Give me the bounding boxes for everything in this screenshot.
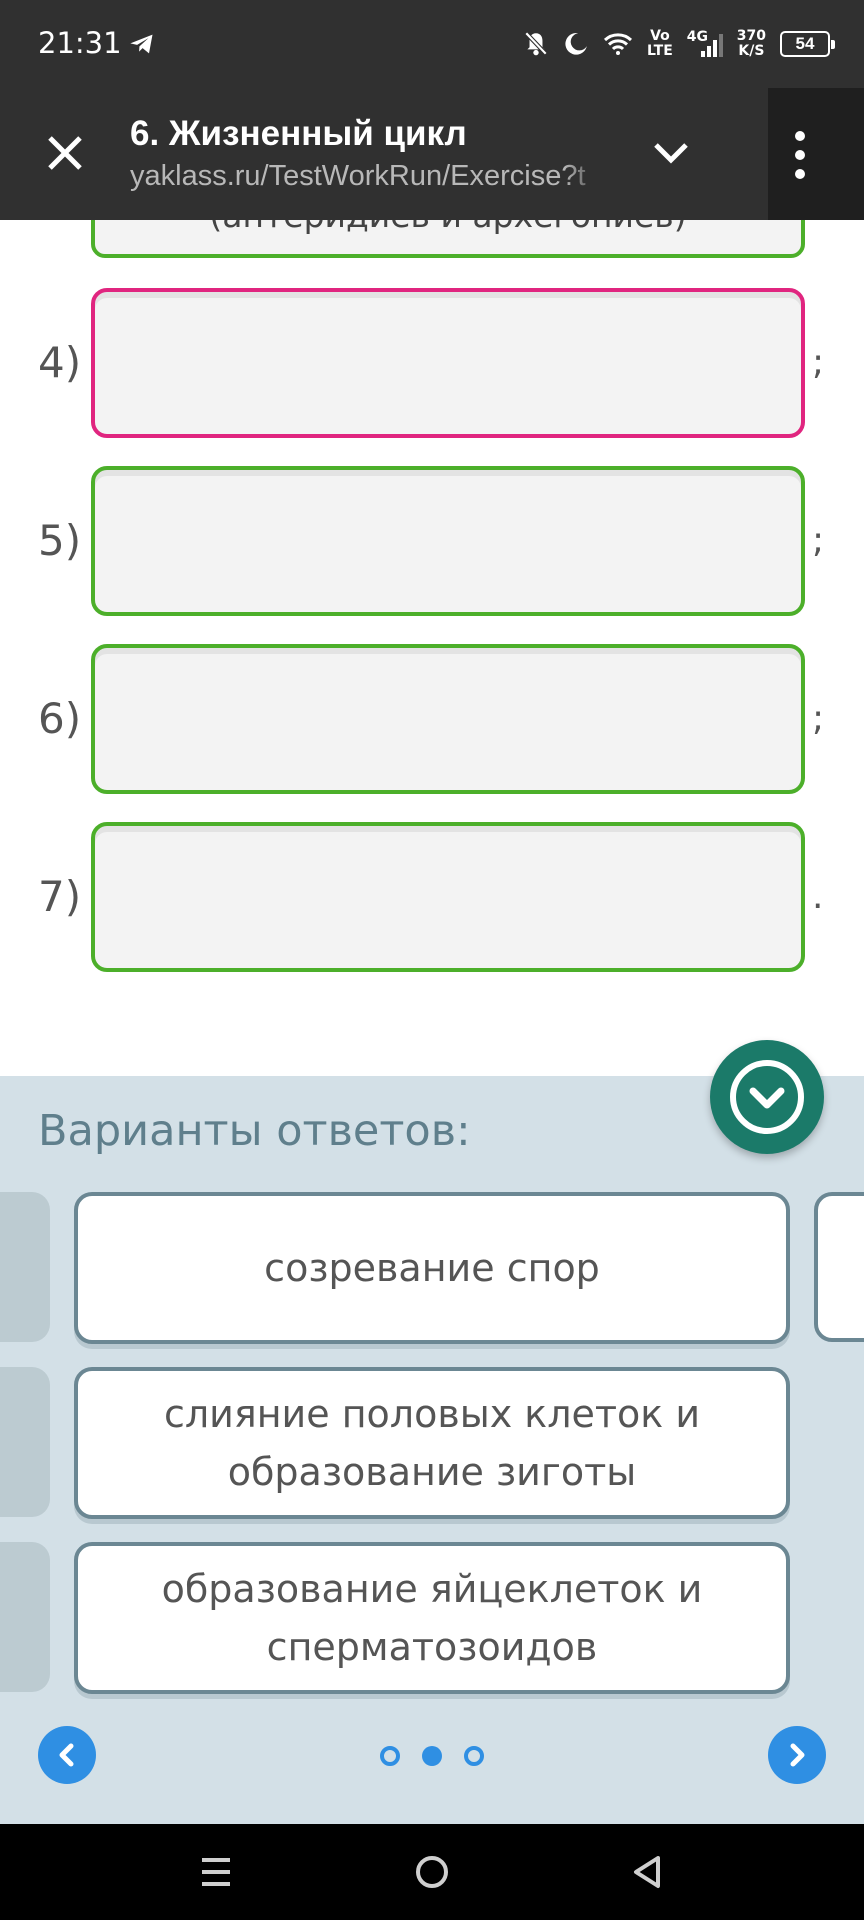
answer-card[interactable]: образование яйцеклеток и сперматозоидов — [74, 1542, 790, 1694]
chevron-left-icon — [59, 1743, 74, 1767]
slot-3-text: (антеридиев и архегониев) — [95, 220, 801, 235]
battery-icon: 54 — [780, 31, 835, 57]
home-icon[interactable] — [408, 1848, 456, 1896]
answer-card[interactable]: созревание спор — [74, 1192, 790, 1344]
more-vert-icon[interactable] — [780, 128, 820, 182]
task-content: (антеридиев и архегониев) 4) ; 5) ; 6) ;… — [0, 220, 864, 1076]
page-dot[interactable] — [380, 1746, 400, 1766]
telegram-icon — [130, 34, 153, 54]
slot-row-6: 6) ; — [0, 644, 864, 794]
status-time: 21:31 — [38, 26, 122, 60]
prev-button[interactable] — [38, 1726, 96, 1784]
slot-punct: ; — [812, 520, 825, 561]
answer-slot-3[interactable]: (антеридиев и архегониев) — [91, 220, 805, 258]
answer-card[interactable]: слияние половых клеток и образование зиг… — [74, 1367, 790, 1519]
prev-page-card — [0, 1192, 50, 1342]
variants-panel: Варианты ответов: созревание спор слияни… — [0, 1040, 864, 1824]
status-icons: Vo LTE 4G 370 K/S 54 — [523, 24, 835, 64]
answer-slot-5[interactable] — [91, 466, 805, 616]
page-url[interactable]: yaklass.ru/TestWorkRun/Exercise?t — [130, 160, 604, 193]
slot-punct: ; — [812, 698, 825, 739]
answer-slot-4[interactable] — [91, 288, 805, 438]
back-icon[interactable] — [624, 1848, 672, 1896]
prev-page-card — [0, 1542, 50, 1692]
variants-title: Варианты ответов: — [38, 1106, 471, 1156]
slot-row-7: 7) . — [0, 822, 864, 972]
system-nav-bar — [0, 1824, 864, 1920]
page-dot[interactable] — [464, 1746, 484, 1766]
wifi-icon — [603, 32, 633, 56]
slot-number: 6) — [38, 694, 82, 743]
chevron-down-circle-icon — [730, 1060, 804, 1134]
prev-page-card — [0, 1367, 50, 1517]
page-dot-active[interactable] — [422, 1746, 442, 1766]
slot-punct: ; — [812, 342, 825, 383]
page-dots — [372, 1742, 492, 1770]
check-button[interactable] — [710, 1040, 824, 1154]
answer-card-text: слияние половых клеток и образование зиг… — [163, 1392, 701, 1494]
bell-off-icon — [523, 30, 549, 58]
slot-number: 7) — [38, 872, 82, 921]
slot-row-4: 4) ; — [0, 288, 864, 438]
page-title: 6. Жизненный цикл — [130, 114, 467, 153]
chevron-right-icon — [790, 1743, 805, 1767]
volte-label: Vo LTE — [647, 28, 673, 59]
recents-menu-icon[interactable] — [192, 1848, 240, 1896]
answer-slot-7[interactable] — [91, 822, 805, 972]
slot-number: 4) — [38, 338, 82, 387]
answer-card-text: образование яйцеклеток и сперматозоидов — [161, 1567, 703, 1669]
next-page-card — [814, 1192, 864, 1342]
moon-icon — [563, 31, 589, 57]
speed-label: 370 K/S — [736, 28, 766, 59]
slot-number: 5) — [38, 516, 82, 565]
slot-punct: . — [812, 876, 824, 917]
slot-row-5: 5) ; — [0, 466, 864, 616]
answer-card-text: созревание спор — [264, 1246, 600, 1290]
answer-slot-6[interactable] — [91, 644, 805, 794]
network-type: 4G — [686, 29, 708, 45]
close-icon[interactable] — [40, 128, 90, 178]
status-bar: 21:31 Vo LTE 4G 370 K/S 54 — [0, 0, 864, 88]
chevron-down-icon[interactable] — [646, 128, 696, 178]
signal-icon: 4G — [687, 29, 723, 59]
next-button[interactable] — [768, 1726, 826, 1784]
browser-toolbar: 6. Жизненный цикл yaklass.ru/TestWorkRun… — [0, 88, 864, 220]
